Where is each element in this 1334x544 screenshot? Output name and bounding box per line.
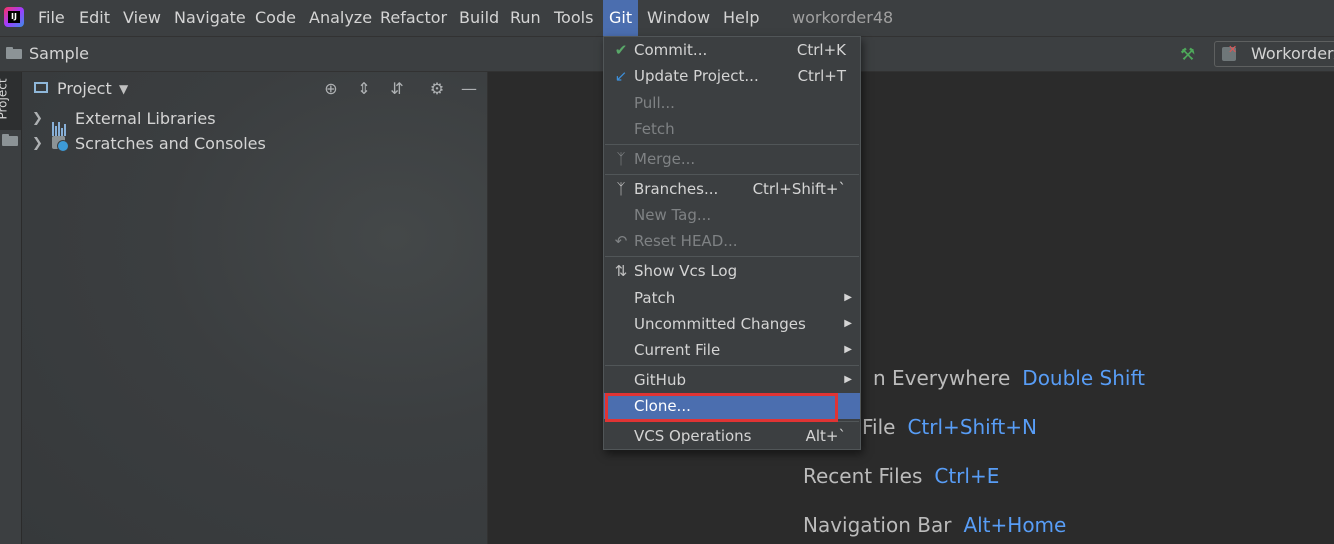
- menu-item-new-tag: New Tag...: [634, 206, 712, 224]
- menu-item-patch[interactable]: Patch ▶: [604, 285, 860, 311]
- menu-window[interactable]: Window: [647, 0, 710, 36]
- chevron-right-icon[interactable]: ❯: [32, 106, 43, 131]
- menu-item-branches[interactable]: ᛉ Branches... Ctrl+Shift+`: [604, 176, 860, 202]
- menu-item-fetch: Fetch: [634, 120, 675, 138]
- main-menu-bar: IJ File Edit View Navigate Code Analyze …: [0, 0, 1334, 36]
- run-config-icon: [1222, 43, 1237, 61]
- git-dropdown-menu: ✔ Commit... Ctrl+K ↙ Update Project... C…: [603, 36, 861, 450]
- submenu-arrow-icon: ▶: [844, 318, 852, 329]
- library-icon: [52, 111, 70, 136]
- menu-git[interactable]: Git: [603, 0, 639, 36]
- menu-refactor[interactable]: Refactor: [380, 0, 447, 36]
- menu-item-uncommitted-changes[interactable]: Uncommitted Changes ▶: [604, 311, 860, 337]
- menu-item-reset-head: ↶ Reset HEAD...: [604, 228, 860, 254]
- clone-highlight-box: [605, 393, 838, 422]
- breadcrumb[interactable]: Sample: [29, 37, 89, 71]
- minimize-icon[interactable]: —: [460, 80, 478, 98]
- project-tool-window: Project ▼ ⊕ ⇕ ⇵ ⚙ — ❯ External Libraries…: [22, 72, 488, 544]
- run-configuration-selector[interactable]: WorkorderApp: [1214, 41, 1334, 67]
- hint-go-to-file: File Ctrl+Shift+N: [862, 415, 1037, 439]
- project-panel-title[interactable]: Project: [57, 72, 112, 106]
- submenu-arrow-icon: ▶: [844, 374, 852, 385]
- menu-separator: [605, 144, 859, 145]
- update-arrow-icon: ↙: [614, 67, 628, 85]
- menu-analyze[interactable]: Analyze: [309, 0, 372, 36]
- menu-help[interactable]: Help: [723, 0, 759, 36]
- merge-icon: ᛉ: [616, 150, 626, 168]
- menu-tools[interactable]: Tools: [554, 0, 593, 36]
- scratches-icon: [52, 136, 69, 152]
- hint-search-everywhere: n Everywhere Double Shift: [873, 366, 1145, 390]
- left-tool-strip: Project: [0, 72, 22, 544]
- hint-navigation-bar: Navigation Bar Alt+Home: [803, 513, 1067, 537]
- project-tool-tab[interactable]: Project: [0, 72, 21, 130]
- chevron-right-icon[interactable]: ❯: [32, 131, 43, 156]
- menu-separator: [605, 256, 859, 257]
- menu-item-merge: ᛉ Merge...: [604, 146, 860, 172]
- tree-item-label: External Libraries: [75, 109, 216, 128]
- gear-icon[interactable]: ⚙: [428, 80, 446, 98]
- menu-code[interactable]: Code: [255, 0, 296, 36]
- submenu-arrow-icon: ▶: [844, 292, 852, 303]
- locate-target-icon[interactable]: ⊕: [322, 80, 340, 98]
- menu-edit[interactable]: Edit: [79, 0, 110, 36]
- project-folder-icon[interactable]: [2, 134, 18, 146]
- tree-item-scratches[interactable]: ❯ Scratches and Consoles: [22, 131, 487, 156]
- submenu-arrow-icon: ▶: [844, 344, 852, 355]
- folder-icon: [6, 47, 22, 59]
- menu-item-current-file[interactable]: Current File ▶: [604, 337, 860, 363]
- collapse-all-icon[interactable]: ⇵: [388, 80, 406, 98]
- tree-item-external-libraries[interactable]: ❯ External Libraries: [22, 106, 487, 136]
- run-config-label: WorkorderApp: [1251, 44, 1334, 63]
- menu-item-pull: Pull...: [634, 94, 675, 112]
- check-icon: ✔: [614, 41, 628, 59]
- vcs-log-icon: ⇅: [614, 262, 628, 280]
- intellij-logo-icon: IJ: [4, 7, 24, 27]
- build-hammer-icon[interactable]: ⚒: [1180, 45, 1195, 65]
- undo-icon: ↶: [614, 232, 628, 250]
- hint-recent-files: Recent Files Ctrl+E: [803, 464, 1000, 488]
- project-tool-tab-label: Project: [0, 78, 10, 120]
- menu-separator: [605, 174, 859, 175]
- project-panel-header: Project ▼ ⊕ ⇕ ⇵ ⚙ —: [22, 72, 487, 106]
- menu-item-github[interactable]: GitHub ▶: [604, 367, 860, 393]
- menu-separator: [605, 365, 859, 366]
- menu-navigate[interactable]: Navigate: [174, 0, 246, 36]
- menu-file[interactable]: File: [38, 0, 65, 36]
- project-view-icon: [34, 82, 48, 93]
- menu-build[interactable]: Build: [459, 0, 499, 36]
- tree-item-label: Scratches and Consoles: [75, 134, 266, 153]
- menu-view[interactable]: View: [123, 0, 161, 36]
- view-dropdown-arrow-icon[interactable]: ▼: [119, 72, 128, 106]
- window-title: workorder48: [792, 8, 894, 27]
- menu-item-commit[interactable]: ✔ Commit... Ctrl+K: [604, 37, 860, 63]
- branch-icon: ᛉ: [616, 180, 626, 198]
- menu-run[interactable]: Run: [510, 0, 541, 36]
- expand-all-icon[interactable]: ⇕: [355, 80, 373, 98]
- menu-item-update-project[interactable]: ↙ Update Project... Ctrl+T: [604, 63, 860, 89]
- menu-item-show-vcs-log[interactable]: ⇅ Show Vcs Log: [604, 258, 860, 284]
- menu-item-vcs-operations[interactable]: VCS Operations Alt+`: [604, 423, 860, 449]
